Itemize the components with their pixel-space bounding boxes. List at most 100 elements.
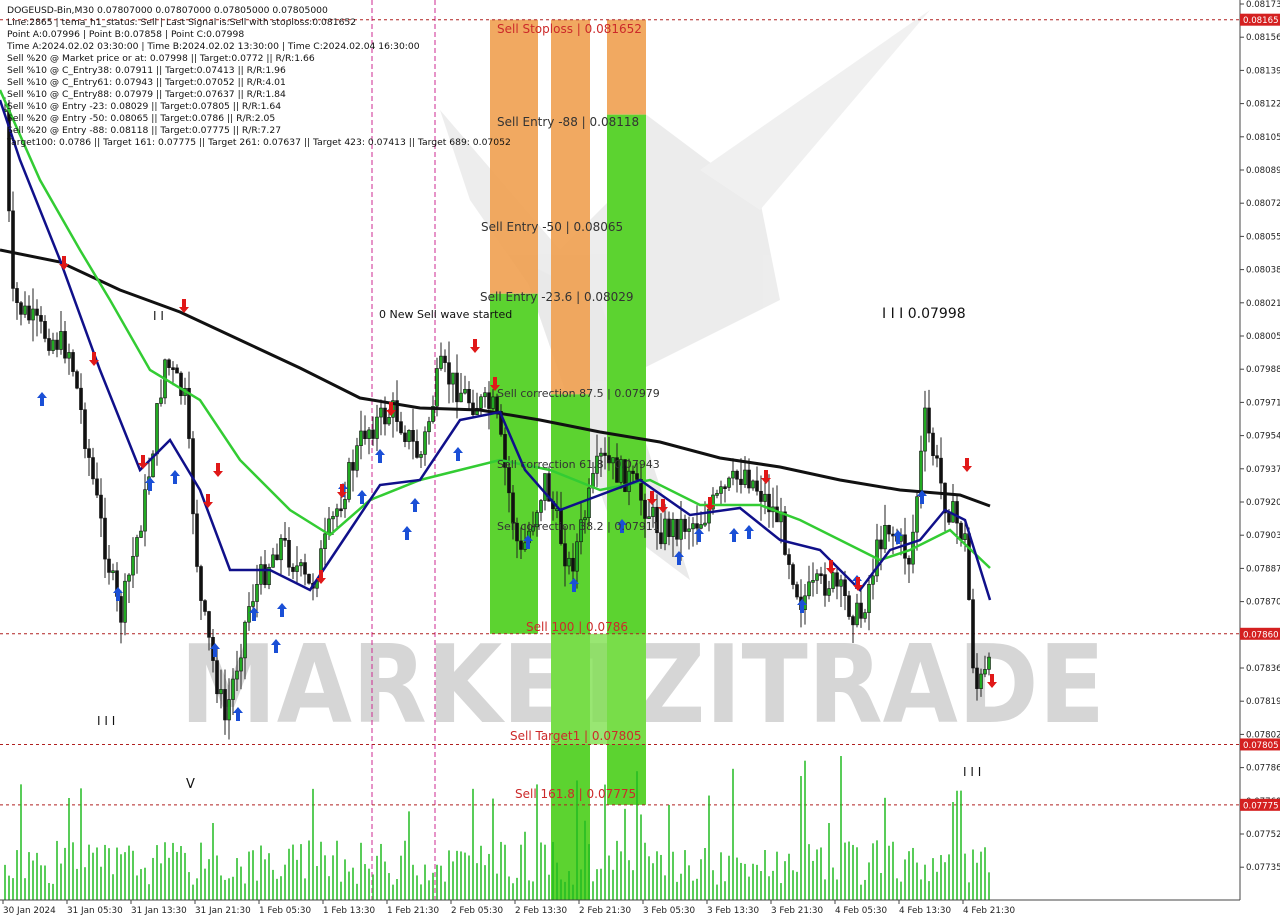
y-tick-label: 0.08072: [1246, 199, 1280, 209]
volume-bar: [12, 878, 14, 900]
volume-bar: [848, 841, 850, 900]
candle-body: [815, 573, 819, 581]
candle-body: [379, 407, 383, 418]
candle-body: [255, 584, 259, 602]
label-correction-618: Sell correction 61.8 | 0.07943: [497, 458, 660, 471]
volume-bar: [768, 876, 770, 900]
volume-bar: [700, 859, 702, 900]
candle-body: [859, 602, 863, 619]
volume-bar: [276, 878, 278, 900]
volume-bar: [952, 802, 954, 900]
volume-bar: [156, 845, 158, 900]
candle-body: [299, 562, 303, 567]
mark-ii-top: I I: [153, 309, 164, 323]
volume-bar: [728, 855, 730, 900]
candle-body: [455, 372, 459, 403]
volume-bar: [808, 844, 810, 900]
candle-body: [879, 539, 883, 550]
volume-bar: [184, 852, 186, 900]
candle-body: [743, 469, 747, 485]
volume-bar: [40, 865, 42, 900]
volume-bar: [656, 851, 658, 900]
volume-bar: [144, 867, 146, 900]
label-correction-875: Sell correction 87.5 | 0.07979: [497, 387, 660, 400]
mark-iii-left: I I I: [97, 714, 115, 728]
volume-bar: [36, 852, 38, 900]
x-tick-label: 2 Feb 05:30: [451, 906, 504, 916]
candle-body: [283, 538, 287, 541]
volume-bar: [892, 841, 894, 900]
header-line: Time A:2024.02.02 03:30:00 | Time B:2024…: [6, 41, 420, 52]
candle-body: [951, 501, 955, 523]
candle-body: [51, 339, 55, 351]
candle-body: [787, 554, 791, 565]
candle-body: [599, 452, 603, 457]
candle-body: [367, 429, 371, 440]
volume-bar: [832, 867, 834, 900]
volume-bar: [912, 847, 914, 900]
volume-bar: [976, 862, 978, 900]
chart-canvas: MARKETZITRADE Sell Stoploss | 0.081652 S…: [0, 0, 1280, 922]
volume-bar: [932, 858, 934, 900]
candle-body: [327, 518, 331, 535]
x-tick-label: 4 Feb 05:30: [835, 906, 888, 916]
candle-body: [219, 689, 223, 695]
candle-body: [207, 611, 211, 638]
y-tick-label: 0.07819: [1246, 697, 1280, 707]
candle-body: [883, 525, 887, 550]
volume-bar: [288, 848, 290, 900]
volume-bar: [812, 860, 814, 900]
label-sell-stoploss: Sell Stoploss | 0.081652: [497, 22, 642, 36]
volume-bar: [452, 861, 454, 900]
candle-body: [215, 660, 219, 695]
candle-body: [979, 673, 983, 689]
candle-body: [187, 387, 191, 439]
candle-body: [459, 392, 463, 403]
volume-bar: [780, 883, 782, 900]
candle-body: [227, 699, 231, 721]
volume-bar: [556, 862, 558, 900]
x-tick-label: 3 Feb 05:30: [643, 906, 696, 916]
volume-bar: [548, 874, 550, 900]
candle-body: [75, 371, 79, 389]
volume-bar: [528, 880, 530, 900]
candle-body: [783, 511, 787, 555]
candle-body: [371, 429, 375, 439]
candle-body: [691, 523, 695, 530]
candle-body: [919, 450, 923, 497]
volume-bar: [284, 864, 286, 900]
volume-bar: [820, 847, 822, 900]
volume-bar: [884, 797, 886, 900]
volume-bar: [404, 840, 406, 900]
x-tick-label: 4 Feb 21:30: [963, 906, 1016, 916]
candle-body: [351, 462, 355, 471]
candle-body: [463, 388, 467, 394]
candle-body: [415, 441, 419, 458]
candle-body: [159, 397, 163, 404]
volume-bar: [400, 855, 402, 900]
volume-bar: [888, 845, 890, 900]
candle-body: [567, 557, 571, 567]
volume-bar: [108, 848, 110, 900]
candle-body: [947, 512, 951, 523]
candle-body: [275, 554, 279, 561]
candle-body: [755, 480, 759, 492]
volume-bar: [308, 840, 310, 900]
candle-body: [795, 584, 799, 598]
candle-body: [19, 302, 23, 315]
volume-bar: [304, 878, 306, 900]
volume-bar: [988, 872, 990, 900]
volume-bar: [364, 864, 366, 900]
volume-bar: [804, 760, 806, 900]
volume-bar: [100, 866, 102, 900]
candle-body: [423, 431, 427, 455]
price-tag-label: 0.07805: [1243, 741, 1279, 751]
x-tick-label: 2 Feb 13:30: [515, 906, 568, 916]
y-tick-label: 0.07954: [1246, 432, 1280, 442]
volume-bar: [648, 856, 650, 900]
x-tick-label: 3 Feb 13:30: [707, 906, 760, 916]
volume-bar: [900, 881, 902, 900]
candle-body: [223, 689, 227, 721]
volume-bar: [856, 847, 858, 900]
label-sell-entry-23: Sell Entry -23.6 | 0.08029: [480, 290, 634, 304]
